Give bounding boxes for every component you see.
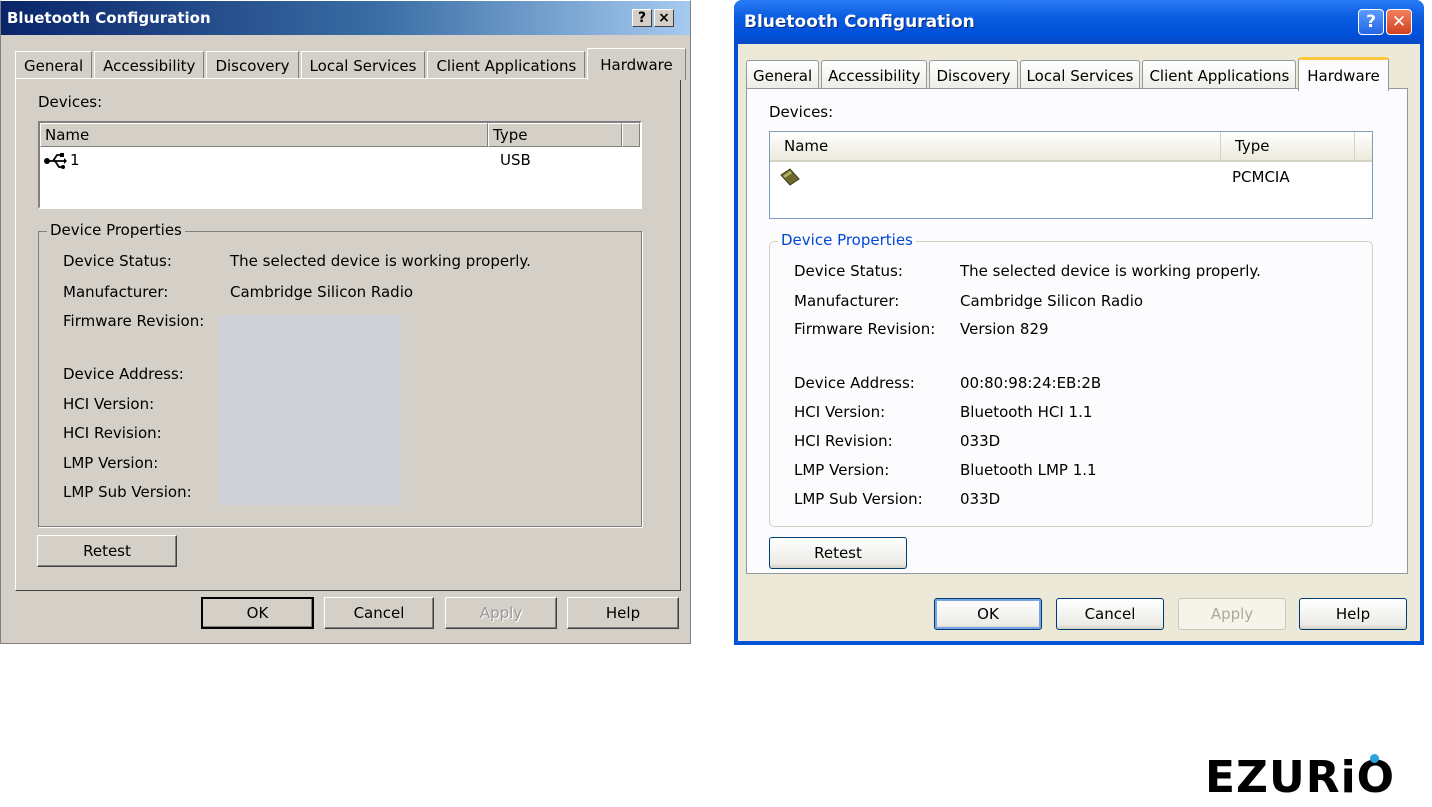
help-button[interactable]: Help <box>567 597 679 629</box>
property-label: HCI Version: <box>794 403 886 421</box>
column-header-spacer <box>1354 132 1372 162</box>
property-label: Manufacturer: <box>63 283 169 301</box>
property-value: Version 829 <box>960 320 1049 338</box>
devices-list[interactable]: Name Type 1 USB <box>38 121 642 209</box>
tab-local-services[interactable]: Local Services <box>1019 60 1141 90</box>
redacted-values-area <box>219 315 401 505</box>
classic-bluetooth-config-dialog: Bluetooth Configuration ? × General Acce… <box>0 0 691 644</box>
help-icon[interactable]: ? <box>632 9 652 27</box>
pcmcia-card-icon <box>778 167 802 191</box>
devices-label: Devices: <box>38 93 103 111</box>
device-properties-group: Device Properties Device Status: The sel… <box>769 231 1373 527</box>
property-label: LMP Sub Version: <box>794 490 923 508</box>
tab-hardware[interactable]: Hardware <box>587 48 686 80</box>
property-label: Device Address: <box>794 374 915 392</box>
apply-button[interactable]: Apply <box>445 597 557 629</box>
column-header-type[interactable]: Type <box>488 123 622 147</box>
tab-strip: General Accessibility Discovery Local Se… <box>15 47 688 80</box>
title-bar[interactable]: Bluetooth Configuration ? ✕ <box>734 0 1424 44</box>
dialog-title: Bluetooth Configuration <box>7 9 211 27</box>
retest-button[interactable]: Retest <box>769 537 907 569</box>
column-header-name[interactable]: Name <box>770 132 1220 162</box>
tab-client-applications[interactable]: Client Applications <box>1142 60 1297 90</box>
property-value: The selected device is working properly. <box>960 262 1261 280</box>
device-type: PCMCIA <box>1232 168 1290 186</box>
tab-local-services[interactable]: Local Services <box>300 51 426 79</box>
property-value: The selected device is working properly. <box>230 252 531 270</box>
retest-button[interactable]: Retest <box>37 535 177 567</box>
ezurio-logo: EZURiO <box>1205 754 1395 800</box>
hardware-tab-panel: Devices: Name Type PCMCIA Device Propert… <box>746 88 1408 574</box>
property-label: Firmware Revision: <box>794 320 936 338</box>
property-value: Cambridge Silicon Radio <box>230 283 414 301</box>
property-value: 033D <box>960 490 1001 508</box>
property-label: Device Status: <box>794 262 903 280</box>
logo-text: EZURiO <box>1205 752 1396 803</box>
group-title: Device Properties <box>778 231 916 249</box>
tab-strip: General Accessibility Discovery Local Se… <box>746 56 1391 91</box>
tab-discovery[interactable]: Discovery <box>206 51 299 79</box>
property-label: Device Address: <box>63 365 184 383</box>
ok-button[interactable]: OK <box>934 598 1042 630</box>
xp-bluetooth-config-dialog: Bluetooth Configuration ? ✕ General Acce… <box>734 0 1424 645</box>
column-header-type[interactable]: Type <box>1220 132 1354 162</box>
tab-accessibility[interactable]: Accessibility <box>821 60 928 90</box>
list-item[interactable]: PCMCIA <box>770 164 1372 190</box>
tab-hardware[interactable]: Hardware <box>1298 57 1389 91</box>
group-title: Device Properties <box>47 221 185 239</box>
column-header-spacer <box>622 123 640 147</box>
tab-client-applications[interactable]: Client Applications <box>427 51 586 79</box>
cancel-button[interactable]: Cancel <box>1056 598 1164 630</box>
tab-accessibility[interactable]: Accessibility <box>94 51 205 79</box>
property-value: 00:80:98:24:EB:2B <box>960 374 1102 392</box>
devices-list[interactable]: Name Type PCMCIA <box>769 131 1373 219</box>
ok-button[interactable]: OK <box>201 597 314 629</box>
property-value: Bluetooth HCI 1.1 <box>960 403 1093 421</box>
tab-discovery[interactable]: Discovery <box>929 60 1018 90</box>
help-icon[interactable]: ? <box>1358 9 1384 35</box>
devices-label: Devices: <box>769 103 834 121</box>
property-label: Firmware Revision: <box>63 312 205 330</box>
column-header-name[interactable]: Name <box>40 123 488 147</box>
device-type: USB <box>500 151 531 169</box>
close-icon[interactable]: × <box>654 9 674 27</box>
tab-general[interactable]: General <box>15 51 93 79</box>
cancel-button[interactable]: Cancel <box>324 597 434 629</box>
tab-general[interactable]: General <box>746 60 820 90</box>
logo-accent-dot <box>1370 754 1379 763</box>
usb-icon <box>43 152 67 174</box>
property-label: Device Status: <box>63 252 172 270</box>
apply-button[interactable]: Apply <box>1178 598 1286 630</box>
title-bar[interactable]: Bluetooth Configuration ? × <box>1 1 690 35</box>
list-item[interactable]: 1 USB <box>40 149 640 173</box>
property-label: Manufacturer: <box>794 292 900 310</box>
property-value: Bluetooth LMP 1.1 <box>960 461 1097 479</box>
property-value: Cambridge Silicon Radio <box>960 292 1144 310</box>
property-label: LMP Version: <box>63 454 159 472</box>
property-label: HCI Revision: <box>63 424 162 442</box>
device-name: 1 <box>70 151 80 169</box>
property-value: 033D <box>960 432 1001 450</box>
property-label: HCI Version: <box>63 395 155 413</box>
property-label: LMP Version: <box>794 461 890 479</box>
property-label: LMP Sub Version: <box>63 483 192 501</box>
property-label: HCI Revision: <box>794 432 893 450</box>
close-icon[interactable]: ✕ <box>1386 9 1412 35</box>
dialog-title: Bluetooth Configuration <box>744 12 975 32</box>
help-button[interactable]: Help <box>1299 598 1407 630</box>
